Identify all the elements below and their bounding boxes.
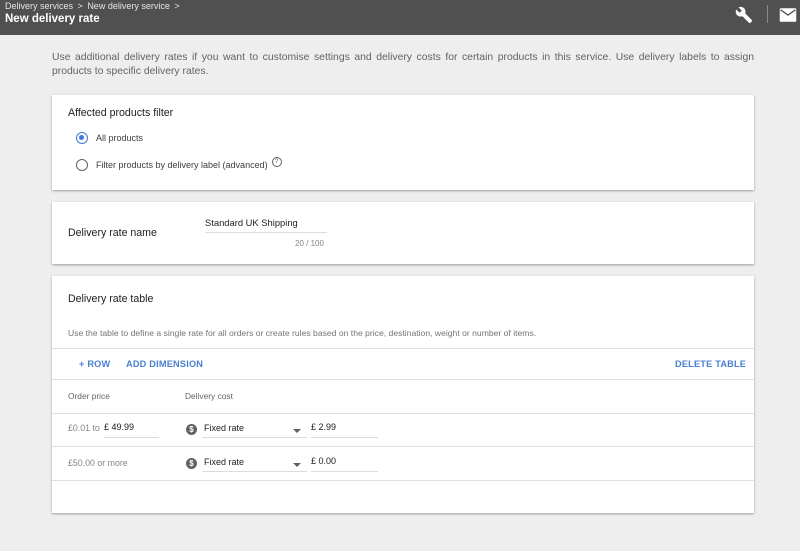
price-from-text: £50.00 or more	[68, 458, 128, 468]
cost-input[interactable]: £ 0.00	[311, 456, 378, 472]
rate-table-title: Delivery rate table	[68, 293, 154, 305]
chevron-down-icon[interactable]	[293, 429, 301, 433]
radio-all-products[interactable]: All products	[76, 132, 143, 144]
divider	[52, 348, 754, 349]
breadcrumb-delivery-services[interactable]: Delivery services	[5, 1, 73, 11]
breadcrumb-separator: >	[77, 1, 83, 11]
rate-type-value: Fixed rate	[204, 457, 245, 467]
mail-icon[interactable]	[778, 5, 798, 25]
radio-label: All products	[96, 133, 144, 143]
divider	[52, 379, 754, 380]
price-from-text: £0.01 to	[68, 423, 100, 433]
column-header-order-price: Order price	[68, 391, 110, 401]
price-to-input[interactable]: £ 49.99	[104, 422, 159, 438]
currency-icon: $	[186, 458, 197, 469]
add-dimension-button[interactable]: ADD DIMENSION	[126, 359, 203, 369]
radio-filter-by-label[interactable]: Filter products by delivery label (advan…	[76, 157, 282, 171]
radio-label: Filter products by delivery label (advan…	[96, 160, 268, 170]
column-header-delivery-cost: Delivery cost	[185, 391, 233, 401]
breadcrumb-new-delivery-service[interactable]: New delivery service	[87, 1, 170, 11]
breadcrumb: Delivery services > New delivery service…	[5, 1, 182, 11]
chevron-down-icon[interactable]	[293, 463, 301, 467]
rate-table-description: Use the table to define a single rate fo…	[68, 328, 537, 338]
intro-text: Use additional delivery rates if you wan…	[52, 52, 754, 77]
radio-button-selected[interactable]	[76, 132, 88, 144]
rate-name-card: Delivery rate name Standard UK Shipping …	[52, 202, 754, 264]
toolbar-divider	[767, 5, 768, 23]
rate-name-input[interactable]: Standard UK Shipping	[205, 217, 327, 233]
delete-table-button[interactable]: DELETE TABLE	[675, 359, 746, 369]
rate-name-label: Delivery rate name	[68, 227, 157, 239]
filter-card: Affected products filter All products Fi…	[52, 95, 754, 190]
breadcrumb-separator: >	[174, 1, 180, 11]
divider	[52, 480, 754, 481]
currency-icon: $	[186, 424, 197, 435]
page-title: New delivery rate	[5, 13, 100, 25]
rate-type-value: Fixed rate	[204, 423, 245, 433]
divider	[52, 446, 754, 447]
divider	[52, 413, 754, 414]
top-bar: Delivery services > New delivery service…	[0, 0, 800, 35]
rate-table-card: Delivery rate table Use the table to def…	[52, 276, 754, 513]
filter-card-title: Affected products filter	[68, 107, 174, 119]
radio-button[interactable]	[76, 159, 88, 171]
character-counter: 20 / 100	[295, 239, 324, 248]
cost-input[interactable]: £ 2.99	[311, 422, 378, 438]
wrench-icon[interactable]	[734, 5, 754, 25]
add-row-button[interactable]: + ROW	[79, 359, 110, 369]
help-icon[interactable]: ?	[271, 157, 282, 167]
